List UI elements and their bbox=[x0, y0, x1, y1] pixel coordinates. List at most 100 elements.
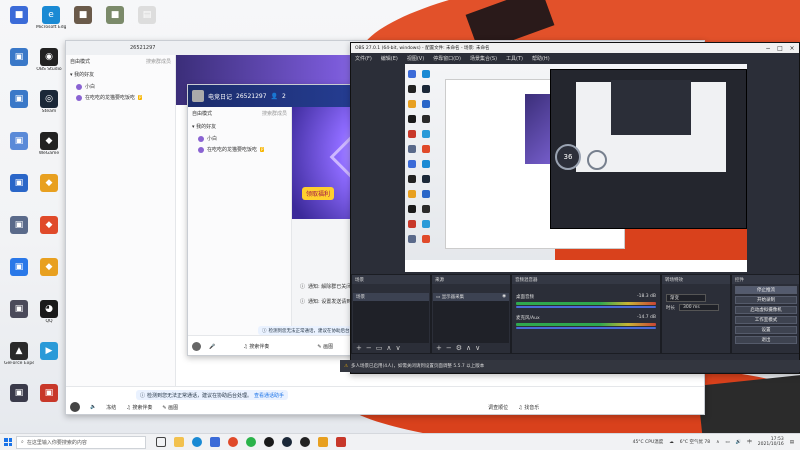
list-item[interactable]: 小白 bbox=[66, 81, 175, 92]
group-avatar[interactable] bbox=[192, 90, 204, 102]
filter-icon[interactable]: ▭ bbox=[376, 344, 383, 352]
sources-list[interactable]: ▭ 显示器采集 ◉ bbox=[433, 293, 509, 343]
tool-find-music[interactable]: ♫ 找音乐 bbox=[518, 404, 539, 411]
control-button[interactable]: 工作室模式 bbox=[735, 316, 797, 324]
menu-item[interactable]: 停靠窗口(D) bbox=[433, 55, 461, 62]
qq-icon[interactable] bbox=[264, 437, 274, 447]
desktop-icon[interactable]: ■ bbox=[68, 6, 98, 42]
tool-1[interactable]: 冻结 bbox=[106, 404, 116, 411]
desktop-icon[interactable]: ▣ bbox=[4, 48, 34, 84]
desktop-icon[interactable]: ▣ bbox=[4, 384, 34, 420]
control-button[interactable]: 停止推流 bbox=[735, 286, 797, 294]
list-item[interactable]: 在吃吃的龙猫要吃饭吃 P bbox=[66, 92, 175, 103]
group-mode-label[interactable]: 自由模式 bbox=[192, 110, 212, 117]
wechat-icon[interactable] bbox=[246, 437, 256, 447]
down-icon[interactable]: ∨ bbox=[475, 344, 480, 352]
desktop-icon[interactable]: ■ bbox=[100, 6, 130, 42]
task-view-icon[interactable] bbox=[156, 437, 166, 447]
up-icon[interactable]: ∧ bbox=[466, 344, 471, 352]
desktop-icon[interactable]: ▣ bbox=[4, 174, 34, 210]
taskbar-search[interactable]: ⌕ 在这里输入你要搜索的内容 bbox=[16, 435, 146, 449]
control-button[interactable]: 设置 bbox=[735, 326, 797, 334]
up-icon[interactable]: ∧ bbox=[386, 344, 391, 352]
remove-icon[interactable]: − bbox=[446, 344, 452, 352]
menu-item[interactable]: 视图(V) bbox=[407, 55, 424, 62]
down-icon[interactable]: ∨ bbox=[396, 344, 401, 352]
desktop-icon[interactable]: ◆ bbox=[34, 174, 64, 210]
maximize-icon[interactable]: □ bbox=[777, 45, 783, 52]
list-item[interactable]: 在吃吃的龙猫要吃饭吃 P bbox=[188, 144, 291, 155]
desktop-icon[interactable]: ▣ bbox=[4, 90, 34, 126]
mic-icon[interactable]: 🎤 bbox=[209, 344, 215, 350]
obs-titlebar[interactable]: OBS 27.0.1 (64-bit, windows) - 配置文件: 未命名… bbox=[351, 43, 799, 53]
group-name[interactable]: ▾ 我的好友 bbox=[188, 120, 291, 133]
tool-search-accompaniment[interactable]: ♫ 搜索伴奏 bbox=[243, 343, 269, 350]
app-icon[interactable] bbox=[336, 437, 346, 447]
desktop-icon[interactable]: ▤ bbox=[132, 6, 162, 42]
ime-icon[interactable]: 中 bbox=[747, 439, 752, 445]
member-search-hint[interactable]: 搜索群成员 bbox=[262, 110, 287, 117]
add-icon[interactable]: + bbox=[436, 344, 442, 352]
desktop-icon[interactable]: ▣ bbox=[34, 384, 64, 420]
tool-rank[interactable]: 调查顺位 bbox=[488, 404, 508, 411]
avatar[interactable] bbox=[70, 402, 80, 412]
menu-item[interactable]: 文件(F) bbox=[355, 55, 372, 62]
obs-icon[interactable] bbox=[300, 437, 310, 447]
chevron-up-icon[interactable]: ∧ bbox=[716, 440, 719, 445]
notification-icon[interactable]: ▤ bbox=[790, 440, 794, 445]
desktop-icon[interactable]: ◎ Steam bbox=[34, 90, 64, 126]
transition-duration[interactable]: 时长 300 ms bbox=[663, 303, 729, 312]
cpu-temp[interactable]: 45°C CPU温度 bbox=[633, 439, 664, 445]
steam-icon[interactable] bbox=[282, 437, 292, 447]
tool-draw[interactable]: ✎ 画图 bbox=[317, 343, 333, 350]
desktop-icon[interactable]: ▶ bbox=[34, 342, 64, 378]
menu-item[interactable]: 工具(T) bbox=[506, 55, 523, 62]
eye-icon[interactable]: ◉ bbox=[502, 294, 506, 299]
edge-icon[interactable] bbox=[192, 437, 202, 447]
volume-slider[interactable] bbox=[516, 306, 656, 308]
speaker-icon[interactable]: 🔈 bbox=[90, 404, 96, 410]
close-icon[interactable]: × bbox=[789, 45, 795, 52]
desktop-icon[interactable]: ▣ bbox=[4, 258, 34, 294]
volume-icon[interactable]: 🔊 bbox=[736, 440, 742, 445]
group-mode-label[interactable]: 自由模式 bbox=[70, 58, 90, 65]
control-button[interactable]: 开始录制 bbox=[735, 296, 797, 304]
banner-tag[interactable]: 领取福利 bbox=[302, 187, 335, 200]
start-button[interactable] bbox=[0, 434, 16, 450]
file-explorer-icon[interactable] bbox=[174, 437, 184, 447]
notice-link[interactable]: 查看通话助手 bbox=[254, 392, 284, 399]
store-icon[interactable] bbox=[210, 437, 220, 447]
menu-item[interactable]: 场景集合(S) bbox=[470, 55, 497, 62]
group-name[interactable]: ▾ 我的好友 bbox=[66, 68, 175, 81]
desktop-icon[interactable]: ◆ WeGame bbox=[34, 132, 64, 168]
add-icon[interactable]: + bbox=[356, 344, 362, 352]
desktop-icon[interactable]: ■ bbox=[4, 6, 34, 42]
menu-item[interactable]: 帮助(H) bbox=[532, 55, 550, 62]
desktop-icon[interactable]: ◕ QQ bbox=[34, 300, 64, 336]
app-icon[interactable] bbox=[318, 437, 328, 447]
remove-icon[interactable]: − bbox=[366, 344, 372, 352]
desktop-icon[interactable]: ▣ bbox=[4, 132, 34, 168]
volume-slider[interactable] bbox=[516, 327, 656, 329]
tool-draw[interactable]: ✎ 画图 bbox=[162, 404, 178, 411]
obs-preview[interactable]: 36 bbox=[405, 64, 747, 272]
desktop-icon[interactable]: ▣ bbox=[4, 216, 34, 252]
desktop-icon[interactable]: ◉ OBS Studio bbox=[34, 48, 64, 84]
obs-window[interactable]: OBS 27.0.1 (64-bit, windows) - 配置文件: 未命名… bbox=[350, 42, 800, 374]
desktop-icon[interactable]: ◆ bbox=[34, 258, 64, 294]
weather-text[interactable]: 6°C 空气优 78 bbox=[680, 439, 710, 445]
gear-icon[interactable]: ⚙ bbox=[456, 344, 462, 352]
transition-select[interactable]: 渐变 bbox=[663, 293, 729, 303]
network-icon[interactable]: ▭ bbox=[725, 440, 729, 445]
control-button[interactable]: 退出 bbox=[735, 336, 797, 344]
tool-search-accompaniment[interactable]: ♫ 搜索伴奏 bbox=[126, 404, 152, 411]
minimize-icon[interactable]: − bbox=[765, 45, 771, 52]
control-button[interactable]: 启动虚拟摄像机 bbox=[735, 306, 797, 314]
desktop-icon[interactable]: ▣ bbox=[4, 300, 34, 336]
list-item[interactable]: 小白 bbox=[188, 133, 291, 144]
desktop-icon[interactable]: ▲GeForce Experience bbox=[4, 342, 34, 378]
clock[interactable]: 17:53 2021/10/16 bbox=[758, 437, 784, 447]
scenes-list[interactable]: 场景 bbox=[353, 293, 429, 343]
desktop-icon[interactable]: ◆ bbox=[34, 216, 64, 252]
menu-item[interactable]: 编辑(E) bbox=[381, 55, 398, 62]
